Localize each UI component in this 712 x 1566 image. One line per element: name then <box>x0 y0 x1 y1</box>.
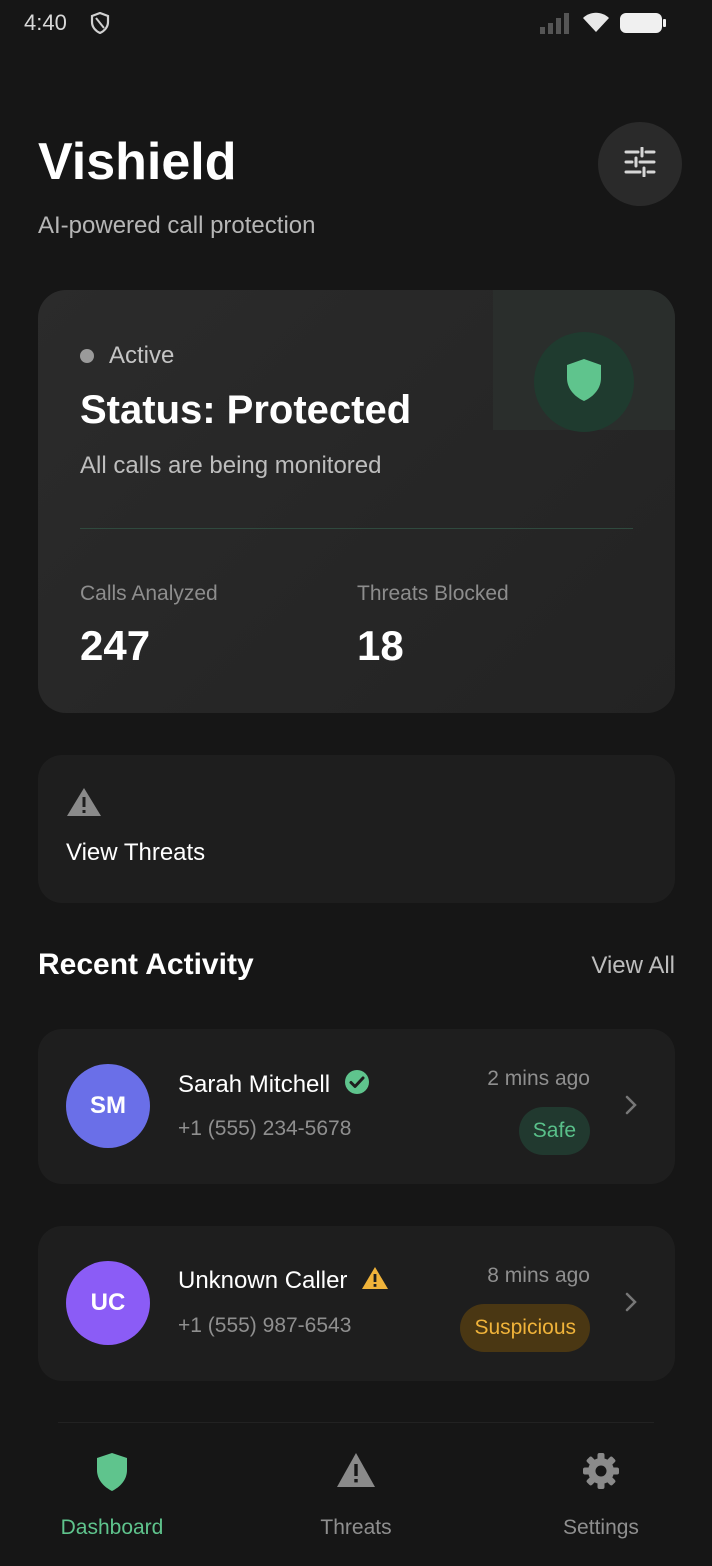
warning-icon <box>276 1452 436 1494</box>
status-time: 4:40 <box>24 10 67 35</box>
time-ago: 2 mins ago <box>487 1067 590 1090</box>
nav-label: Threats <box>320 1516 392 1539</box>
activity-item[interactable]: UC Unknown Caller +1 (555) 987-6543 8 mi… <box>38 1226 675 1381</box>
caller-phone: +1 (555) 234-5678 <box>178 1117 352 1140</box>
active-indicator: Active <box>80 342 174 370</box>
app-screen: 4:40 Vishield AI-powered call protection <box>0 0 712 1566</box>
nav-label: Dashboard <box>60 1516 164 1539</box>
calls-analyzed-value: 247 <box>80 622 151 669</box>
shield-icon <box>564 358 604 407</box>
wifi-icon <box>582 11 610 38</box>
cell-signal-icon <box>540 12 572 39</box>
divider <box>80 528 633 529</box>
calls-analyzed-label: Calls Analyzed <box>80 582 218 605</box>
time-ago: 8 mins ago <box>487 1264 590 1287</box>
status-bar: 4:40 <box>0 0 712 46</box>
recent-activity-title: Recent Activity <box>38 948 254 981</box>
filter-settings-button[interactable] <box>598 122 682 206</box>
sliders-icon <box>624 146 656 182</box>
shield-icon <box>32 1452 192 1494</box>
avatar: SM <box>66 1064 150 1148</box>
bottom-nav: Dashboard Threats Settings <box>0 1424 712 1566</box>
status-badge: Safe <box>518 1107 590 1155</box>
nav-item-threats[interactable]: Threats <box>276 1452 436 1540</box>
active-label: Active <box>109 342 175 369</box>
caller-phone: +1 (555) 987-6543 <box>178 1314 352 1337</box>
chevron-right-icon <box>625 1095 637 1120</box>
view-all-link[interactable]: View All <box>591 952 675 980</box>
threats-blocked-label: Threats Blocked <box>357 582 509 605</box>
caller-name: Sarah Mitchell <box>178 1070 331 1098</box>
status-title: Status: Protected <box>80 388 412 432</box>
warning-icon <box>66 787 102 822</box>
shield-badge <box>534 332 634 432</box>
gear-icon <box>521 1452 681 1494</box>
status-dot <box>80 349 94 363</box>
status-badge: Suspicious <box>460 1304 590 1352</box>
battery-icon <box>620 12 668 39</box>
verified-check-icon <box>344 1069 370 1100</box>
protection-status-card: Active Status: Protected All calls are b… <box>38 290 675 713</box>
avatar: UC <box>66 1261 150 1345</box>
activity-item[interactable]: SM Sarah Mitchell +1 (555) 234-5678 2 mi… <box>38 1029 675 1184</box>
caller-name: Unknown Caller <box>178 1266 348 1294</box>
warning-triangle-icon <box>361 1266 389 1295</box>
nav-divider <box>58 1422 654 1423</box>
view-threats-label: View Threats <box>66 839 206 866</box>
threats-blocked-value: 18 <box>357 622 404 669</box>
nav-label: Settings <box>563 1516 639 1539</box>
view-threats-button[interactable]: View Threats <box>38 755 675 903</box>
nav-item-settings[interactable]: Settings <box>521 1452 681 1540</box>
chevron-right-icon <box>625 1292 637 1317</box>
nav-item-dashboard[interactable]: Dashboard <box>32 1452 192 1540</box>
status-description: All calls are being monitored <box>80 452 382 479</box>
security-shield-icon <box>90 11 110 35</box>
app-title: Vishield <box>38 133 237 191</box>
app-subtitle: AI-powered call protection <box>38 212 316 239</box>
